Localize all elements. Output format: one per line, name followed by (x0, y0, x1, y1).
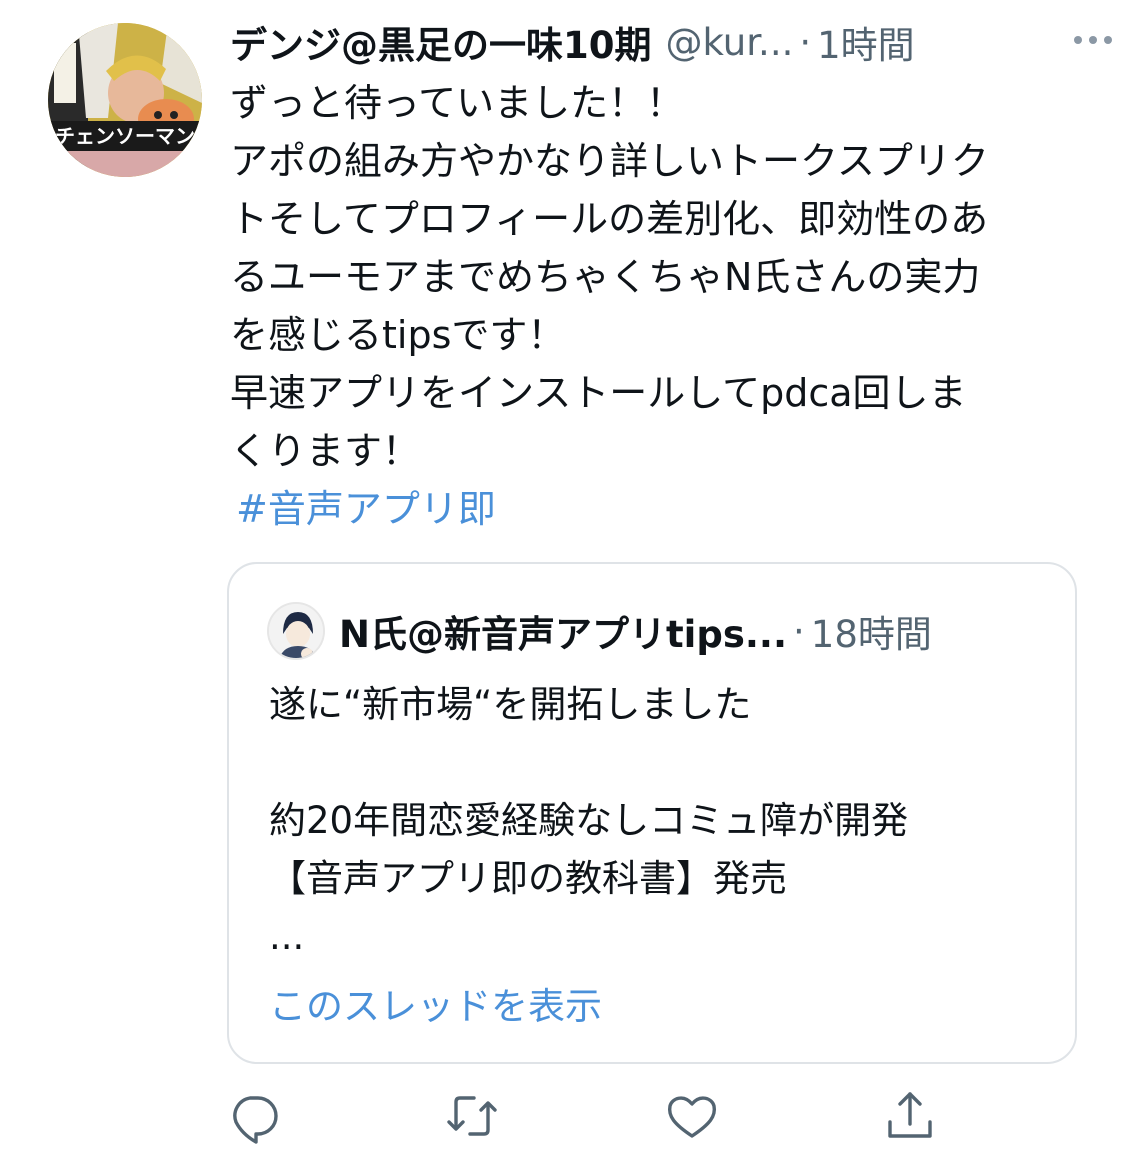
quote-time[interactable]: 18時間 (811, 604, 932, 658)
share-icon[interactable] (882, 1088, 938, 1144)
quote-line: 遂に“新市場“を開拓しました (269, 683, 752, 726)
separator: · (793, 609, 805, 653)
author-avatar[interactable]: チェンソーマン (48, 23, 202, 177)
show-thread-link[interactable]: このスレッドを表示 (269, 976, 602, 1030)
separator: · (799, 20, 812, 64)
tweet-content: デンジ@黒足の一味10期 @kur... · 1時間 ずっと待っていました！！ … (230, 14, 1112, 538)
tweet-line: 早速アプリをインストールしてpdca回しま (230, 371, 967, 415)
tweet-line: トそしてプロフィールの差別化、即効性のあ (230, 197, 989, 241)
svg-text:チェンソーマン: チェンソーマン (55, 124, 195, 148)
tweet-text: ずっと待っていました！！ アポの組み方やかなり詳しいトークスプリク トそしてプロ… (230, 74, 1090, 538)
like-icon[interactable] (664, 1088, 720, 1144)
quote-author-avatar[interactable] (267, 602, 325, 660)
tweet-header: デンジ@黒足の一味10期 @kur... · 1時間 (230, 14, 1090, 70)
tweet-line: ずっと待っていました！！ (230, 81, 685, 125)
action-bar (226, 1088, 946, 1144)
retweet-icon[interactable] (444, 1088, 500, 1144)
tweet-line: アポの組み方やかなり詳しいトークスプリク (230, 139, 989, 183)
author-handle[interactable]: @kur... (666, 21, 794, 64)
quote-line: 約20年間恋愛経験なしコミュ障が開発 (269, 799, 909, 842)
quote-line: ... (269, 915, 305, 958)
tweet-line: るユーモアまでめちゃくちゃN氏さんの実力 (230, 255, 981, 299)
tweet-time[interactable]: 1時間 (817, 15, 915, 69)
more-icon[interactable] (1066, 28, 1120, 52)
quoted-tweet[interactable]: N氏@新音声アプリtips... · 18時間 遂に“新市場“を開拓しました 約… (227, 562, 1077, 1064)
quote-line (269, 734, 908, 792)
tweet-line: くります！ (230, 429, 421, 473)
tweet-line: を感じるtipsです！ (230, 313, 566, 357)
reply-icon[interactable] (226, 1088, 282, 1144)
hashtag-link[interactable]: #音声アプリ即 (236, 480, 496, 538)
quote-author-name[interactable]: N氏@新音声アプリtips... (339, 604, 787, 658)
tweet[interactable]: チェンソーマン デンジ@黒足の一味10期 @kur... · 1時間 ずっと待っ… (0, 0, 1125, 1172)
quote-header: N氏@新音声アプリtips... · 18時間 (267, 602, 932, 660)
quote-text: 遂に“新市場“を開拓しました 約20年間恋愛経験なしコミュ障が開発 【音声アプリ… (269, 676, 908, 966)
quote-line: 【音声アプリ即の教科書】発売 (269, 857, 787, 900)
author-display-name[interactable]: デンジ@黒足の一味10期 (230, 15, 652, 69)
